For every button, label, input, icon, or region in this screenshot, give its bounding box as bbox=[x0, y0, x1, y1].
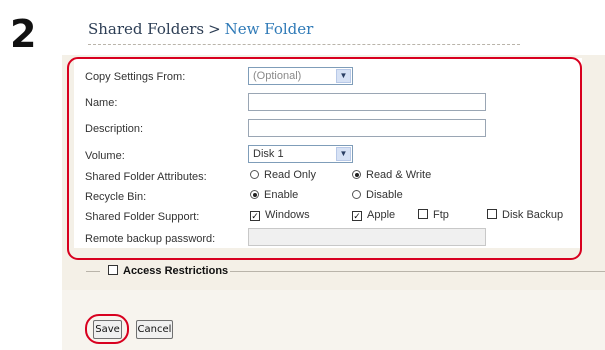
access-restrictions-checkbox[interactable]: Access Restrictions bbox=[108, 264, 228, 278]
breadcrumb: Shared Folders > New Folder bbox=[88, 20, 313, 38]
breadcrumb-separator: > bbox=[208, 20, 221, 38]
save-highlight bbox=[85, 314, 129, 344]
access-restrictions-label: Access Restrictions bbox=[123, 265, 229, 277]
fieldset-border-left bbox=[86, 271, 100, 272]
checkbox-icon bbox=[108, 265, 118, 275]
breadcrumb-current: New Folder bbox=[224, 20, 314, 38]
step-number: 2 bbox=[10, 12, 37, 56]
cancel-button[interactable]: Cancel bbox=[136, 320, 173, 339]
breadcrumb-parent[interactable]: Shared Folders bbox=[88, 20, 204, 38]
title-divider bbox=[88, 44, 520, 45]
form-highlight bbox=[67, 57, 582, 260]
fieldset-border-right bbox=[230, 271, 605, 272]
